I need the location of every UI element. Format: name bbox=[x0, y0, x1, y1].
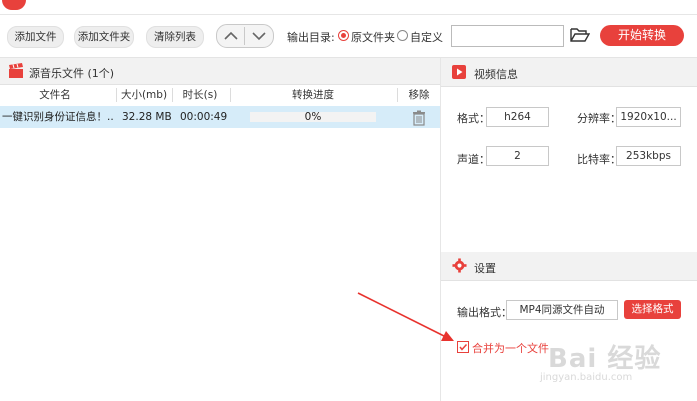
resolution-field: 1920x10... bbox=[616, 107, 681, 127]
trash-icon bbox=[413, 110, 425, 126]
divider bbox=[397, 88, 398, 102]
move-up-button[interactable] bbox=[217, 25, 245, 47]
column-header-size: 大小(mb) bbox=[120, 89, 168, 101]
title-strip bbox=[0, 0, 697, 14]
merge-label: 合并为一个文件 bbox=[472, 342, 549, 355]
chevron-down-icon bbox=[252, 32, 266, 41]
play-icon bbox=[452, 65, 466, 79]
remove-button[interactable] bbox=[412, 110, 426, 129]
divider bbox=[172, 88, 173, 102]
file-name-cell: 一键识别身份证信息！.... bbox=[2, 111, 114, 123]
merge-checkbox[interactable] bbox=[457, 341, 469, 353]
column-header-remove: 移除 bbox=[408, 89, 430, 101]
chevron-up-icon bbox=[224, 31, 238, 40]
output-format-label: 输出格式： bbox=[457, 306, 512, 319]
format-field: h264 bbox=[486, 107, 549, 127]
output-dir-label: 输出目录: bbox=[287, 31, 335, 44]
divider bbox=[230, 88, 231, 102]
progress-text: 0% bbox=[304, 111, 322, 123]
video-info-title: 视频信息 bbox=[474, 68, 518, 81]
column-header-name: 文件名 bbox=[39, 89, 71, 101]
start-convert-button[interactable]: 开始转换 bbox=[600, 25, 684, 46]
file-duration-cell: 00:00:49 bbox=[180, 111, 228, 123]
radio-original-folder[interactable] bbox=[338, 30, 349, 41]
add-file-button[interactable]: 添加文件 bbox=[7, 26, 64, 48]
watermark-logo: Bai 经验 bbox=[548, 344, 662, 374]
radio-original-label: 原文件夹 bbox=[351, 31, 395, 44]
bitrate-label: 比特率： bbox=[577, 153, 621, 166]
folder-open-icon bbox=[570, 28, 591, 42]
resolution-label: 分辨率： bbox=[577, 112, 621, 125]
divider bbox=[116, 88, 117, 102]
gear-icon bbox=[452, 258, 467, 276]
output-format-field: MP4同源文件自动 bbox=[506, 300, 618, 320]
divider bbox=[440, 58, 441, 401]
clapperboard-icon bbox=[8, 63, 24, 82]
file-list-title: 源音乐文件 (1个) bbox=[29, 67, 115, 80]
settings-title: 设置 bbox=[474, 262, 496, 275]
output-path-input[interactable] bbox=[451, 25, 564, 47]
radio-custom-label: 自定义 bbox=[410, 31, 443, 44]
radio-custom-folder[interactable] bbox=[397, 30, 408, 41]
add-folder-button[interactable]: 添加文件夹 bbox=[74, 26, 134, 48]
clear-list-button[interactable]: 清除列表 bbox=[146, 26, 204, 48]
file-size-cell: 32.28 MB bbox=[122, 111, 172, 123]
bitrate-field: 253kbps bbox=[616, 146, 681, 166]
check-icon bbox=[459, 343, 468, 351]
move-down-button[interactable] bbox=[245, 25, 273, 47]
column-header-progress: 转换进度 bbox=[292, 89, 334, 101]
watermark-url: jingyan.baidu.com bbox=[540, 372, 633, 383]
channels-field: 2 bbox=[486, 146, 549, 166]
open-folder-button[interactable] bbox=[570, 27, 591, 46]
column-header-duration: 时长(s) bbox=[182, 89, 218, 101]
reorder-buttons bbox=[216, 24, 274, 48]
choose-format-button[interactable]: 选择格式 bbox=[624, 300, 681, 319]
